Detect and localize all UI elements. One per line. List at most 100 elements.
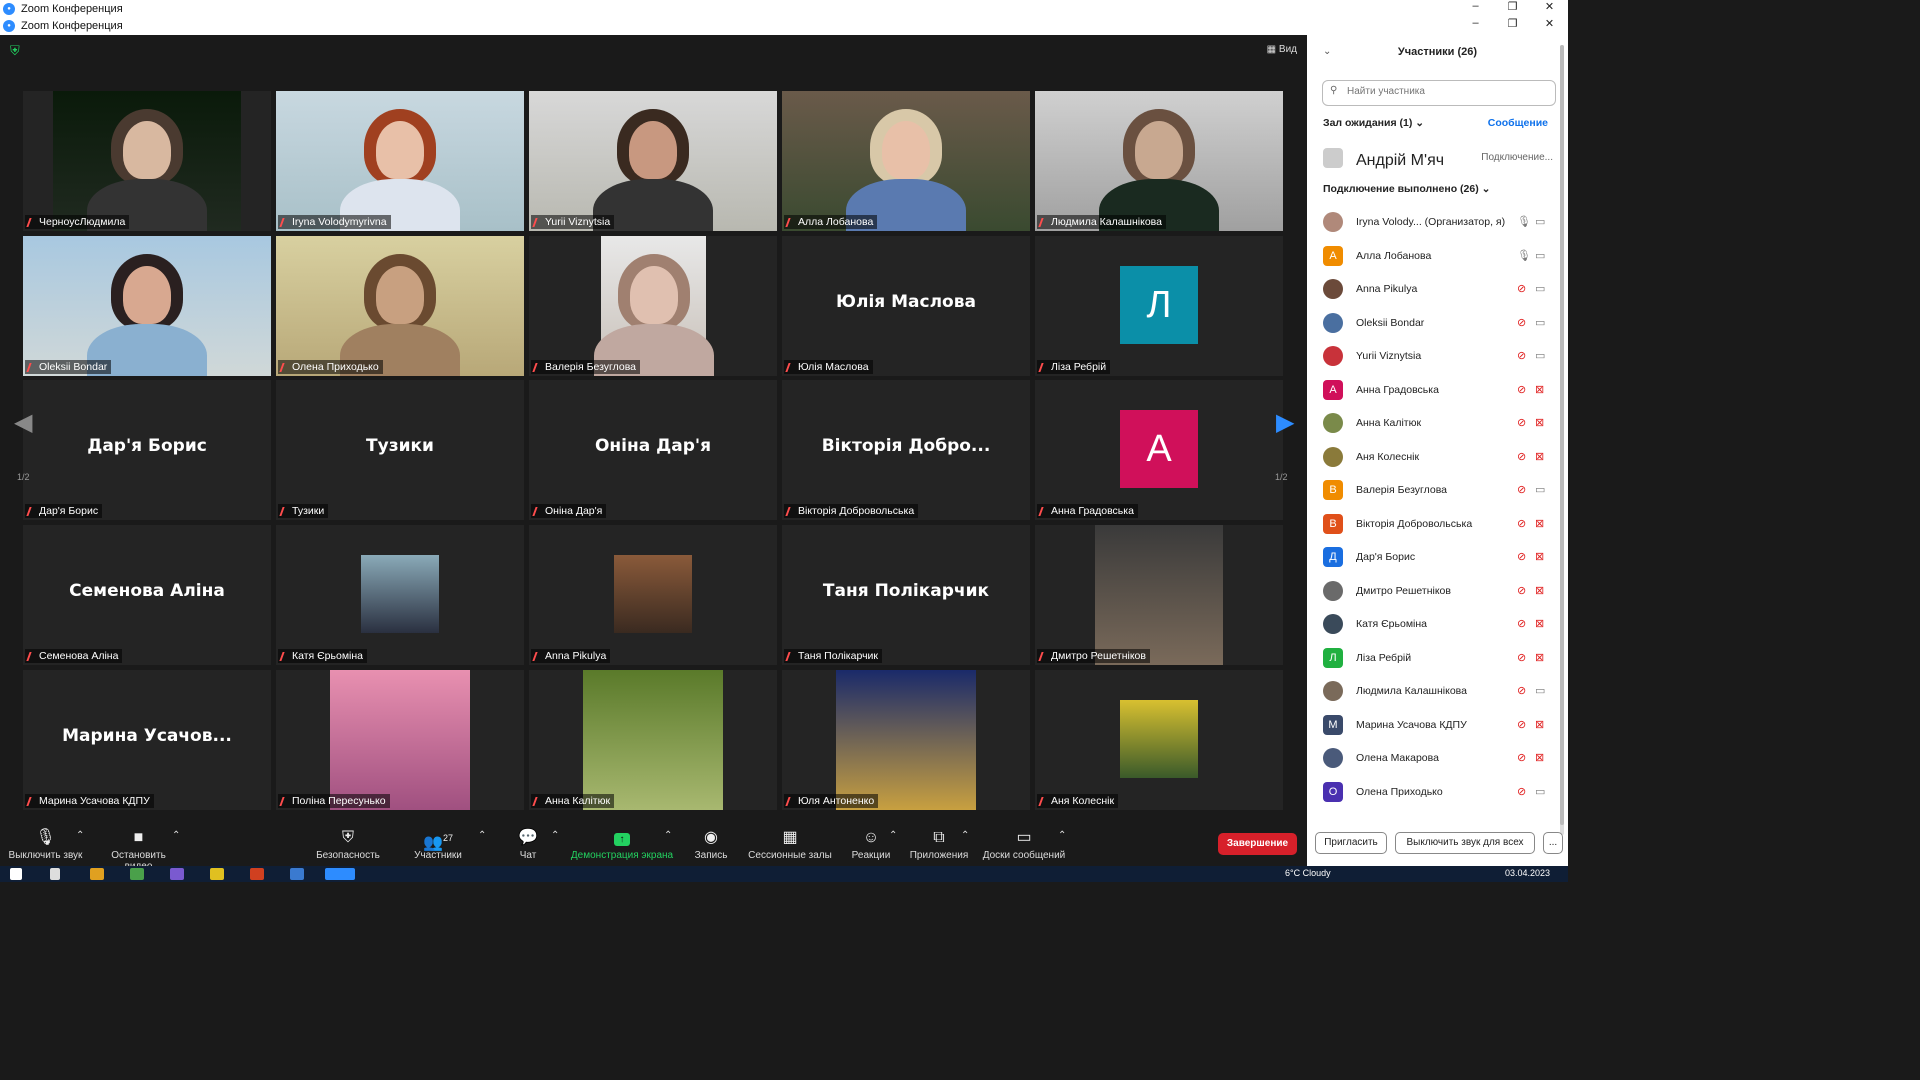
chat-button[interactable]: 💬 Чат: [515, 826, 541, 861]
video-tile[interactable]: Л Ліза Ребрій: [1035, 236, 1283, 376]
end-meeting-button[interactable]: Завершение: [1218, 833, 1297, 855]
microphone-muted-icon[interactable]: ⊘: [1517, 383, 1526, 396]
microphone-muted-icon[interactable]: ⊘: [1517, 450, 1526, 463]
microphone-muted-icon[interactable]: ⊘: [1517, 718, 1526, 731]
microphone-muted-icon[interactable]: ⊘: [1517, 316, 1526, 329]
video-camera-off-icon[interactable]: ⊠: [1535, 584, 1544, 597]
waiting-room-header[interactable]: Зал ожидания (1) ⌄: [1323, 117, 1424, 129]
microphone-muted-icon[interactable]: ⊘: [1517, 617, 1526, 630]
microphone-muted-icon[interactable]: ⊘: [1517, 517, 1526, 530]
participant-row[interactable]: Анна Калітюк ⊘ ⊠: [1323, 411, 1555, 435]
app-icon[interactable]: [130, 868, 144, 880]
next-page-arrow-icon[interactable]: ▶: [1276, 408, 1296, 436]
video-tile[interactable]: Тузики Тузики: [276, 380, 524, 520]
restore-button[interactable]: ❐: [1494, 0, 1531, 13]
video-camera-icon[interactable]: ▭: [1535, 316, 1545, 329]
video-tile[interactable]: Дмитро Решетніков: [1035, 525, 1283, 665]
close-button-2[interactable]: ✕: [1531, 17, 1568, 30]
participant-search-box[interactable]: ⚲: [1322, 80, 1556, 106]
video-tile[interactable]: Iryna Volodymyrivna: [276, 91, 524, 231]
participant-row[interactable]: В Вікторія Добровольська ⊘ ⊠: [1323, 512, 1555, 536]
chrome-icon[interactable]: [90, 868, 104, 880]
panel-scrollbar[interactable]: [1560, 45, 1564, 835]
microphone-muted-icon[interactable]: ⊘: [1517, 349, 1526, 362]
microphone-muted-icon[interactable]: ⊘: [1517, 751, 1526, 764]
video-camera-icon[interactable]: ▭: [1535, 282, 1545, 295]
video-tile[interactable]: Алла Лобанова: [782, 91, 1030, 231]
security-button[interactable]: ⛨ Безопасность: [315, 826, 381, 861]
video-tile[interactable]: Анна Калітюк: [529, 670, 777, 810]
audio-options-chevron-icon[interactable]: ⌃: [76, 830, 84, 841]
video-tile[interactable]: Anna Pikulya: [529, 525, 777, 665]
microphone-muted-icon[interactable]: ⊘: [1517, 584, 1526, 597]
participant-row[interactable]: Людмила Калашнікова ⊘ ▭: [1323, 679, 1555, 703]
video-camera-off-icon[interactable]: ⊠: [1535, 751, 1544, 764]
participants-button[interactable]: 👥27 Участники: [412, 826, 464, 861]
microphone-muted-icon[interactable]: ⊘: [1517, 483, 1526, 496]
explorer-icon[interactable]: [210, 868, 224, 880]
whiteboard-options-chevron-icon[interactable]: ⌃: [1058, 830, 1066, 841]
participant-row[interactable]: Дмитро Решетніков ⊘ ⊠: [1323, 579, 1555, 603]
video-tile[interactable]: Катя Єрьоміна: [276, 525, 524, 665]
video-camera-icon[interactable]: ▭: [1535, 785, 1545, 798]
video-camera-off-icon[interactable]: ⊠: [1535, 718, 1544, 731]
participant-search-input[interactable]: [1345, 85, 1549, 98]
microphone-muted-icon[interactable]: ⊘: [1517, 785, 1526, 798]
participant-row[interactable]: Катя Єрьоміна ⊘ ⊠: [1323, 612, 1555, 636]
participant-row[interactable]: А Анна Градовська ⊘ ⊠: [1323, 378, 1555, 402]
task-view-icon[interactable]: [50, 868, 60, 880]
waiting-room-message-link[interactable]: Сообщение: [1488, 117, 1548, 129]
share-screen-button[interactable]: ↑ Демонстрация экрана: [570, 826, 674, 861]
video-tile[interactable]: ЧерноусЛюдмила: [23, 91, 271, 231]
participant-row[interactable]: М Марина Усачова КДПУ ⊘ ⊠: [1323, 713, 1555, 737]
video-camera-off-icon[interactable]: ⊠: [1535, 383, 1544, 396]
reactions-button[interactable]: ☺ Реакции: [850, 826, 892, 861]
invite-button[interactable]: Пригласить: [1315, 832, 1387, 854]
video-tile[interactable]: Поліна Пересунько: [276, 670, 524, 810]
video-camera-off-icon[interactable]: ⊠: [1535, 550, 1544, 563]
participants-options-chevron-icon[interactable]: ⌃: [478, 830, 486, 841]
video-tile[interactable]: А Анна Градовська: [1035, 380, 1283, 520]
video-camera-off-icon[interactable]: ⊠: [1535, 651, 1544, 664]
video-camera-icon[interactable]: ▭: [1535, 684, 1545, 697]
powerpoint-icon[interactable]: [250, 868, 264, 880]
microphone-muted-icon[interactable]: ⊘: [1517, 550, 1526, 563]
record-button[interactable]: ◉ Запись: [693, 826, 729, 861]
microphone-icon[interactable]: 🎙: [1517, 249, 1531, 262]
share-options-chevron-icon[interactable]: ⌃: [664, 830, 672, 841]
video-tile[interactable]: Оніна Дар'я Оніна Дар'я: [529, 380, 777, 520]
whiteboards-button[interactable]: ▭ Доски сообщений: [980, 826, 1068, 861]
video-camera-off-icon[interactable]: ⊠: [1535, 517, 1544, 530]
video-camera-off-icon[interactable]: ⊠: [1535, 416, 1544, 429]
video-tile[interactable]: Олена Приходько: [276, 236, 524, 376]
participant-row[interactable]: Аня Колеснік ⊘ ⊠: [1323, 445, 1555, 469]
mute-button[interactable]: 🎙 Выключить звук: [8, 826, 83, 861]
close-button[interactable]: ✕: [1531, 0, 1568, 13]
video-camera-icon[interactable]: ▭: [1535, 349, 1545, 362]
microphone-icon[interactable]: 🎙: [1517, 215, 1531, 228]
participant-row[interactable]: Iryna Volody... (Организатор, я) 🎙 ▭: [1323, 210, 1555, 234]
video-camera-icon[interactable]: ▭: [1535, 215, 1545, 228]
chat-options-chevron-icon[interactable]: ⌃: [551, 830, 559, 841]
microphone-muted-icon[interactable]: ⊘: [1517, 282, 1526, 295]
participant-row[interactable]: Л Ліза Ребрій ⊘ ⊠: [1323, 646, 1555, 670]
video-tile[interactable]: Oleksii Bondar: [23, 236, 271, 376]
participant-row[interactable]: Anna Pikulya ⊘ ▭: [1323, 277, 1555, 301]
participant-row[interactable]: Олена Макарова ⊘ ⊠: [1323, 746, 1555, 770]
video-tile[interactable]: Таня Полікарчик Таня Полікарчик: [782, 525, 1030, 665]
encryption-shield-icon[interactable]: ⛨: [10, 44, 23, 59]
microphone-muted-icon[interactable]: ⊘: [1517, 416, 1526, 429]
video-camera-icon[interactable]: ▭: [1535, 483, 1545, 496]
connected-header[interactable]: Подключение выполнено (26) ⌄: [1323, 183, 1490, 195]
video-camera-off-icon[interactable]: ⊠: [1535, 617, 1544, 630]
video-tile[interactable]: Вікторія Добро... Вікторія Добровольська: [782, 380, 1030, 520]
video-tile[interactable]: Людмила Калашнікова: [1035, 91, 1283, 231]
video-tile[interactable]: Семенова Аліна Семенова Аліна: [23, 525, 271, 665]
participant-row[interactable]: Oleksii Bondar ⊘ ▭: [1323, 311, 1555, 335]
microphone-muted-icon[interactable]: ⊘: [1517, 651, 1526, 664]
reactions-options-chevron-icon[interactable]: ⌃: [889, 830, 897, 841]
video-tile[interactable]: Юля Антоненко: [782, 670, 1030, 810]
restore-button-2[interactable]: ❐: [1494, 17, 1531, 30]
participant-row[interactable]: А Алла Лобанова 🎙 ▭: [1323, 244, 1555, 268]
participant-row[interactable]: В Валерія Безуглова ⊘ ▭: [1323, 478, 1555, 502]
